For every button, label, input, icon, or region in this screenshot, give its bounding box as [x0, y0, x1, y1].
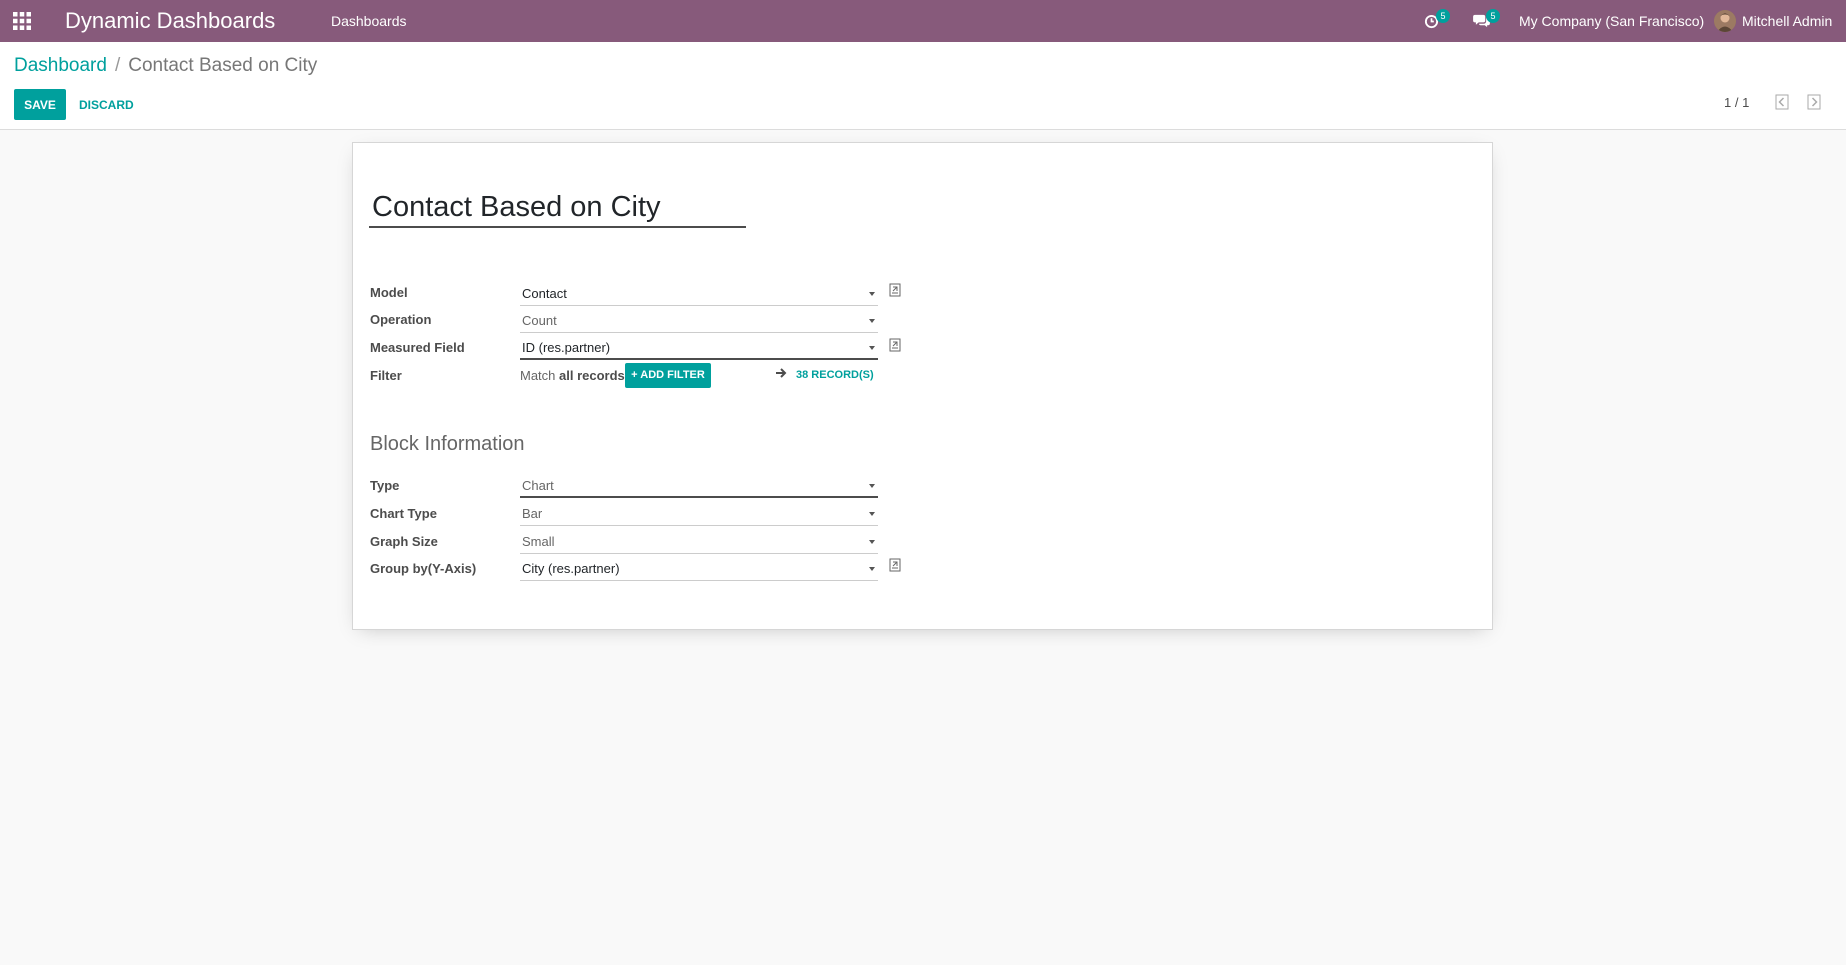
- form-sheet: Contact Based on City Model Contact Oper…: [352, 142, 1493, 630]
- type-select[interactable]: Chart: [520, 474, 878, 498]
- chevron-down-icon: [869, 346, 875, 350]
- type-label: Type: [370, 478, 400, 493]
- measured-field-value: ID (res.partner): [522, 340, 611, 355]
- breadcrumb-separator: /: [114, 55, 121, 76]
- group-by-label: Group by(Y-Axis): [370, 561, 477, 576]
- operation-value: Count: [522, 313, 557, 328]
- operation-select[interactable]: Count: [520, 309, 878, 333]
- chevron-down-icon: [869, 292, 875, 296]
- chevron-down-icon: [869, 567, 875, 571]
- type-value: Chart: [522, 478, 554, 493]
- company-switcher[interactable]: My Company (San Francisco): [1519, 0, 1704, 42]
- save-button[interactable]: SAVE: [14, 89, 66, 120]
- top-navbar: Dynamic Dashboards Dashboards 5 5 My Com…: [0, 0, 1846, 42]
- chevron-down-icon: [869, 319, 875, 323]
- chart-type-value: Bar: [522, 506, 543, 521]
- breadcrumb-dashboard[interactable]: Dashboard: [14, 55, 107, 76]
- records-count-link[interactable]: 38 RECORD(S): [796, 369, 874, 381]
- messages-badge: 5: [1486, 9, 1500, 23]
- pager-prev-icon[interactable]: [1775, 94, 1789, 110]
- filter-match-text: Match all records: [520, 368, 625, 383]
- pager-value[interactable]: 1 / 1: [1724, 95, 1749, 110]
- filter-match-prefix: Match: [520, 368, 556, 383]
- breadcrumb: Dashboard / Contact Based on City: [14, 55, 317, 77]
- measured-field-select[interactable]: ID (res.partner): [520, 336, 878, 360]
- add-filter-label: ADD FILTER: [640, 369, 705, 381]
- external-link-icon[interactable]: [889, 558, 901, 572]
- control-panel: Dashboard / Contact Based on City SAVE DIS…: [0, 42, 1846, 130]
- chart-type-select[interactable]: Bar: [520, 502, 878, 526]
- chart-type-label: Chart Type: [370, 506, 437, 521]
- menu-dashboards[interactable]: Dashboards: [331, 0, 407, 42]
- app-title: Dynamic Dashboards: [65, 8, 276, 33]
- chevron-down-icon: [869, 540, 875, 544]
- add-filter-button[interactable]: + ADD FILTER: [625, 363, 711, 388]
- pager-next-icon[interactable]: [1807, 94, 1821, 110]
- activity-menu[interactable]: 5: [1424, 0, 1450, 42]
- measured-field-label: Measured Field: [370, 340, 465, 355]
- model-select[interactable]: Contact: [520, 282, 878, 306]
- user-name: Mitchell Admin: [1742, 13, 1833, 29]
- user-menu[interactable]: Mitchell Admin: [1714, 0, 1832, 42]
- avatar: [1714, 10, 1736, 32]
- external-link-icon[interactable]: [889, 338, 901, 352]
- chevron-down-icon: [869, 484, 875, 488]
- model-label: Model: [370, 285, 408, 300]
- chevron-down-icon: [869, 512, 875, 516]
- block-information-heading: Block Information: [370, 433, 525, 455]
- graph-size-label: Graph Size: [370, 534, 438, 549]
- graph-size-select[interactable]: Small: [520, 530, 878, 554]
- model-value: Contact: [522, 286, 567, 301]
- messages-menu[interactable]: 5: [1473, 0, 1500, 42]
- external-link-icon[interactable]: [889, 283, 901, 297]
- arrow-right-icon: [776, 368, 787, 378]
- group-by-select[interactable]: City (res.partner): [520, 557, 878, 581]
- operation-label: Operation: [370, 312, 432, 327]
- plus-icon: +: [631, 369, 638, 381]
- dashboard-name-input[interactable]: Contact Based on City: [369, 189, 746, 228]
- breadcrumb-current: Contact Based on City: [128, 55, 318, 76]
- graph-size-value: Small: [522, 534, 555, 549]
- filter-match-value: all records: [559, 368, 625, 383]
- apps-grid-icon[interactable]: [13, 12, 31, 30]
- filter-label: Filter: [370, 368, 402, 383]
- group-by-value: City (res.partner): [522, 561, 620, 576]
- discard-button[interactable]: DISCARD: [72, 89, 141, 120]
- activity-badge: 5: [1436, 9, 1450, 23]
